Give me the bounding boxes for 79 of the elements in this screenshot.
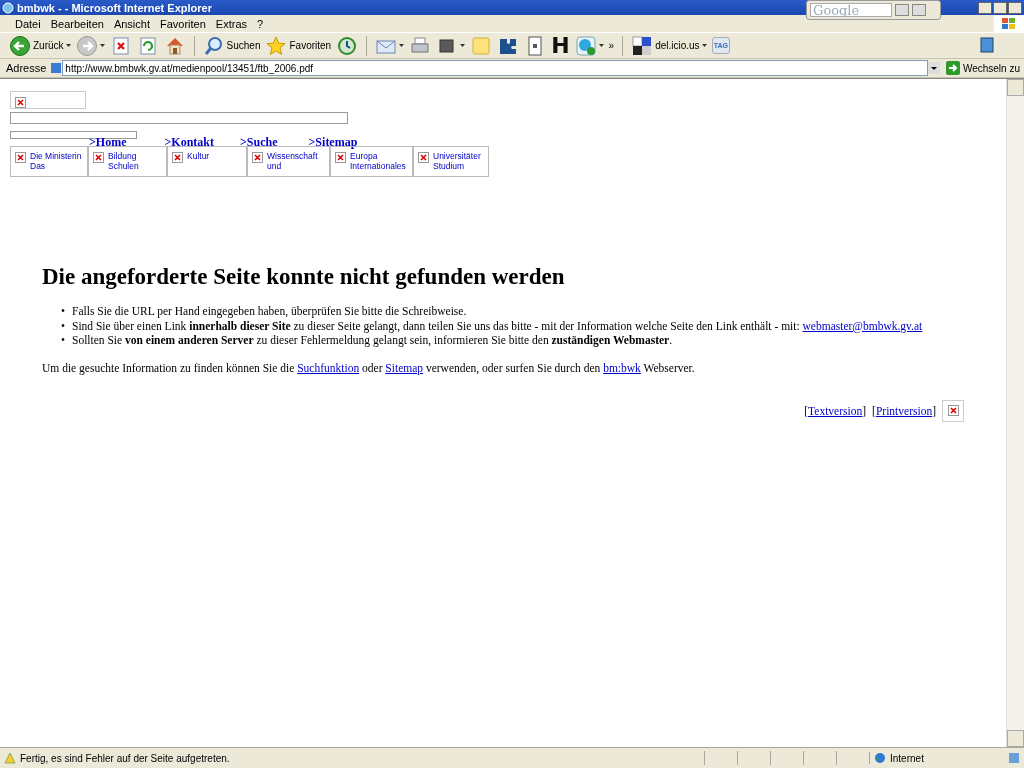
toolbar-label: del.icio.us (655, 40, 700, 51)
restore-button[interactable] (912, 4, 926, 16)
nav-link[interactable]: >Kontakt (164, 137, 214, 146)
chevron-button[interactable]: » (607, 40, 616, 51)
dropdown-caret-icon[interactable] (65, 44, 71, 47)
section-link[interactable]: Wissenschaft und (247, 146, 330, 177)
go-button[interactable]: Wechseln zu (943, 61, 1020, 75)
email-link[interactable]: webmaster@bmbwk.gv.at (802, 319, 923, 332)
bullet-marker: • (61, 304, 67, 319)
search-icon (202, 34, 225, 57)
toolbar-button[interactable]: H (550, 33, 571, 58)
toolbar-button[interactable]: Zurück (8, 34, 72, 57)
broken-image-icon (252, 152, 263, 163)
bracket-text: ] (932, 404, 936, 417)
toolbar-button[interactable]: Suchen (201, 34, 262, 57)
window-title: bmbwk - - Microsoft Internet Explorer (17, 1, 212, 14)
toolbar-button[interactable]: Favoriten (264, 34, 333, 57)
inline-link[interactable]: bm:bwk (603, 361, 641, 374)
minimize-button[interactable] (978, 1, 992, 14)
menu-item[interactable]: Ansicht (108, 17, 155, 30)
warning-icon (4, 752, 16, 764)
menu-item[interactable]: Datei (10, 17, 46, 30)
error-heading: Die angeforderte Seite konnte nicht gefunden werden (42, 264, 566, 290)
dropdown-caret-icon[interactable] (460, 44, 466, 47)
menu-item[interactable]: ? (252, 17, 269, 30)
dropdown-caret-icon[interactable] (598, 44, 604, 47)
toolbar-label: Favoriten (289, 40, 332, 51)
broken-image-icon (947, 405, 959, 416)
bullet-item: Sollten Sie von einem anderen Server zu dieser Fehlermeldung gelangt sein, informieren Sie bitte den zuständigen Webmaster. (72, 333, 673, 348)
globe-icon (874, 752, 886, 764)
nav-link[interactable]: >Suche (240, 137, 278, 146)
inline-link[interactable]: Suchfunktion (297, 361, 360, 374)
menu-item[interactable]: Favoriten (155, 17, 211, 30)
nav-link[interactable]: >Home (89, 137, 127, 146)
footer-link[interactable]: Textversion (808, 404, 863, 417)
status-text: Fertig, es sind Fehler auf der Seite aufgetreten. (20, 752, 230, 764)
dropdown-button[interactable] (895, 4, 909, 16)
close-button[interactable] (1008, 1, 1022, 14)
section-link[interactable]: Die Ministerin Das (10, 146, 88, 177)
bracket-text: ] (862, 404, 867, 417)
broken-image-icon (418, 152, 429, 163)
broken-image-icon (93, 152, 104, 163)
globe-icon (2, 1, 14, 14)
broken-image-icon (15, 152, 26, 163)
inline-link[interactable]: Sitemap (385, 361, 424, 374)
address-field[interactable]: http://www.bmbwk.gv.at/medienpool/13451/ftb_2006.pdf (62, 60, 928, 76)
resize-grip-icon[interactable] (1008, 752, 1020, 764)
arrow-icon (945, 61, 960, 75)
bullet-marker: • (61, 333, 67, 348)
bullet-item: Falls Sie die URL per Hand eingegeben haben, überprüfen Sie bitte die Schreibweise. (72, 304, 467, 319)
sticky-note-icon (470, 34, 493, 57)
bracket-text: [ (872, 404, 876, 417)
toolbar-label: Suchen (226, 40, 261, 51)
help-paragraph: Um die gesuchte Information zu finden können Sie die Suchfunktion oder Sitemap verwenden, oder surfen Sie durch den bm:bwk Webserver. (42, 361, 696, 374)
broken-image-icon (335, 152, 346, 163)
bullet-marker: • (61, 318, 67, 333)
zone-text: Internet (890, 752, 924, 764)
toolbar-button[interactable]: del.icio.us (630, 34, 708, 57)
bullet-item: Sind Sie über einen Link innerhalb dieser Site zu dieser Seite gelangt, dann teilen Sie uns das bitte - mit der Information welche Seite den Link enthält - mit: webmaster@bmbwk.gv.at (72, 318, 923, 333)
menu-item[interactable]: Extras (210, 17, 253, 30)
bracket-text: [ (804, 404, 809, 417)
maximize-button[interactable] (993, 1, 1007, 14)
page-icon (50, 62, 63, 74)
address-label: Adresse (6, 62, 47, 74)
dropdown-caret-icon[interactable] (399, 44, 405, 47)
broken-image-icon (172, 152, 183, 163)
dropdown-caret-icon[interactable] (99, 44, 105, 47)
star-icon (265, 34, 288, 57)
section-link[interactable]: Kultur (167, 146, 247, 177)
dropdown-caret-icon[interactable] (701, 44, 707, 47)
broken-image-icon (15, 97, 26, 108)
skype-icon (574, 34, 597, 57)
scrollbar[interactable] (1006, 79, 1024, 747)
notebook-icon[interactable] (980, 36, 994, 55)
grid-squares-icon (631, 34, 654, 57)
section-link[interactable]: Universitäter Studium (413, 146, 489, 177)
section-link[interactable]: Bildung Schulen (88, 146, 167, 177)
menu-item[interactable]: Bearbeiten (45, 17, 109, 30)
toolbar-label: Zurück (33, 40, 64, 51)
